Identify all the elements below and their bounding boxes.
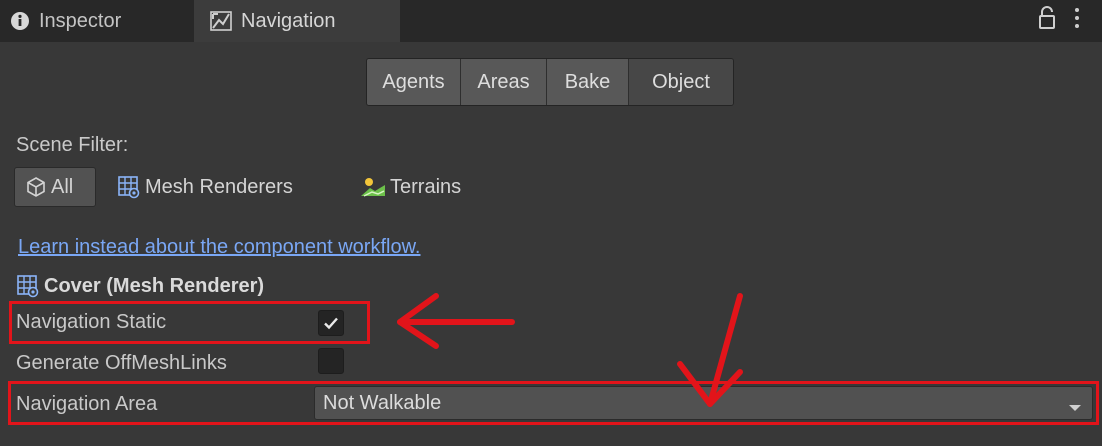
generate-offmeshlinks-checkbox[interactable] (318, 348, 344, 374)
navigation-mode-tabs: Agents Areas Bake Object (366, 58, 734, 106)
lock-icon[interactable] (1038, 6, 1056, 35)
tab-object[interactable]: Object (629, 59, 733, 105)
navigation-icon (210, 11, 232, 31)
cube-icon (25, 176, 47, 198)
component-header: Cover (Mesh Renderer) (16, 272, 264, 300)
filter-all-label: All (51, 175, 74, 198)
filter-terrains-label: Terrains (390, 175, 462, 198)
annotation-arrow-left (397, 293, 515, 349)
component-workflow-link[interactable]: Learn instead about the component workfl… (18, 236, 420, 259)
tab-navigation-label: Navigation (241, 9, 336, 32)
terrain-icon (360, 176, 386, 198)
generate-offmeshlinks-label: Generate OffMeshLinks (16, 352, 227, 374)
info-icon (10, 11, 30, 31)
annotation-highlight-navigation-static (9, 301, 370, 344)
tab-inspector[interactable]: Inspector (10, 0, 121, 42)
component-title: Cover (Mesh Renderer) (44, 274, 265, 297)
filter-all-button[interactable]: All (14, 167, 96, 207)
mesh-renderer-icon (16, 274, 40, 298)
kebab-menu-icon[interactable] (1074, 6, 1080, 35)
tab-navigation[interactable]: Navigation (194, 0, 400, 42)
tab-bake[interactable]: Bake (547, 59, 629, 105)
tab-bar: Inspector Navigation (0, 0, 1102, 42)
mesh-renderer-icon (117, 175, 141, 199)
tab-inspector-label: Inspector (39, 9, 122, 32)
filter-mesh-renderers-button[interactable]: Mesh Renderers (117, 167, 293, 207)
scene-filter-label: Scene Filter: (16, 134, 129, 156)
tab-areas[interactable]: Areas (461, 59, 547, 105)
annotation-highlight-navigation-area (8, 381, 1099, 425)
filter-terrains-button[interactable]: Terrains (360, 167, 461, 207)
tab-agents[interactable]: Agents (367, 59, 461, 105)
filter-mesh-renderers-label: Mesh Renderers (145, 175, 293, 198)
